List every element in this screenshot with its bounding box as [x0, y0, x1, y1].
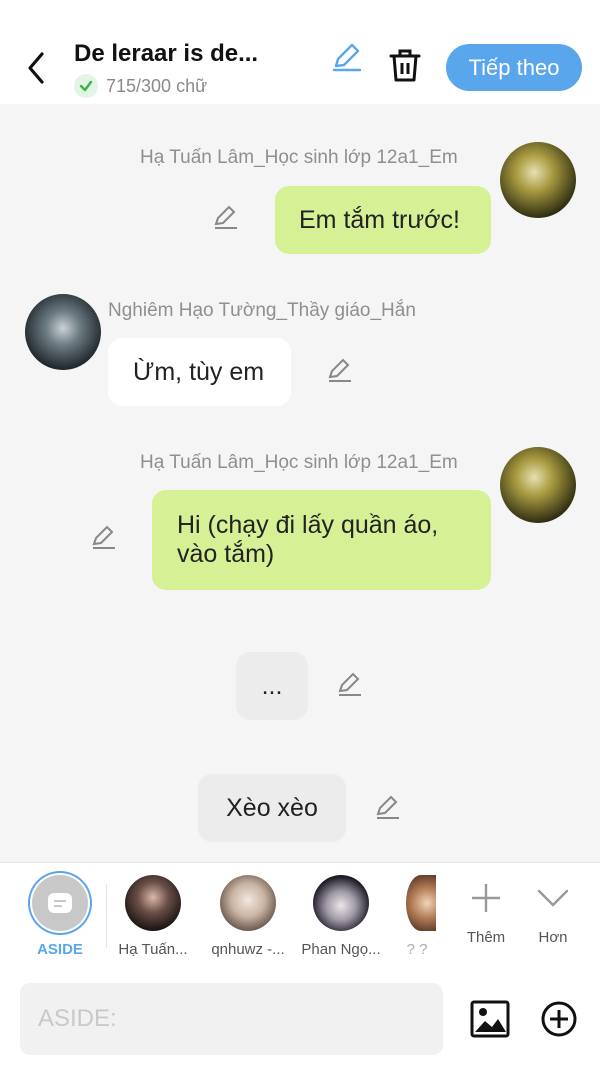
character-label: ? ?: [406, 941, 428, 958]
chevron-down-icon: [513, 875, 593, 921]
avatar[interactable]: [500, 447, 576, 523]
avatar: [406, 875, 436, 931]
character-unknown[interactable]: ? ?: [392, 875, 442, 958]
character-label: ASIDE: [37, 941, 83, 958]
speaker-name: Hạ Tuấn Lâm_Học sinh lớp 12a1_Em: [140, 147, 458, 168]
avatar[interactable]: [500, 142, 576, 218]
message-bubble[interactable]: Hi (chạy đi lấy quần áo, vào tắm): [152, 490, 491, 590]
trash-icon[interactable]: [388, 46, 422, 86]
message-input[interactable]: [20, 983, 443, 1055]
avatar: [313, 875, 369, 931]
avatar[interactable]: [25, 294, 101, 370]
character-label: Hạ Tuấn...: [118, 941, 188, 958]
top-bar: De leraar is de... 715/300 chữ Tiếp theo: [0, 0, 600, 104]
edit-message-icon[interactable]: [212, 204, 240, 232]
message-line: vào tắm): [177, 540, 275, 568]
character-phan-ngo[interactable]: Phan Ngọ...: [301, 875, 381, 958]
add-content-icon[interactable]: [540, 1000, 578, 1038]
check-icon: [74, 74, 98, 98]
edit-message-icon[interactable]: [336, 671, 364, 699]
word-count-text: 715/300 chữ: [106, 75, 208, 96]
chat-area[interactable]: Hạ Tuấn Lâm_Học sinh lớp 12a1_Em Em tắm …: [0, 104, 600, 862]
speaker-name: Nghiêm Hạo Tường_Thầy giáo_Hắn: [108, 300, 416, 321]
character-label: Phan Ngọ...: [301, 941, 381, 958]
edit-message-icon[interactable]: [90, 524, 118, 552]
avatar: [220, 875, 276, 931]
edit-message-icon[interactable]: [374, 794, 402, 822]
word-count: 715/300 chữ: [74, 73, 207, 99]
edit-message-icon[interactable]: [326, 357, 354, 385]
character-qnhuwz[interactable]: qnhuwz -...: [208, 875, 288, 958]
aside-icon: [32, 875, 88, 931]
message-line: Hi (chạy đi lấy quần áo,: [177, 511, 439, 539]
divider: [106, 884, 107, 948]
next-button[interactable]: Tiếp theo: [446, 44, 582, 91]
composer: [0, 971, 600, 1067]
speaker-name: Hạ Tuấn Lâm_Học sinh lớp 12a1_Em: [140, 452, 458, 473]
message-bubble[interactable]: Em tắm trước!: [275, 186, 491, 254]
character-label: qnhuwz -...: [211, 941, 285, 958]
image-icon[interactable]: [470, 1000, 510, 1038]
edit-title-icon[interactable]: [330, 40, 364, 74]
aside-bubble[interactable]: ...: [236, 652, 308, 720]
more-characters-button[interactable]: Hơn: [513, 875, 593, 946]
back-arrow-icon[interactable]: [20, 48, 54, 88]
avatar: [125, 875, 181, 931]
more-label: Hơn: [538, 929, 568, 946]
aside-bubble[interactable]: Xèo xèo: [198, 774, 346, 842]
character-ha-tuan[interactable]: Hạ Tuấn...: [113, 875, 193, 958]
message-bubble[interactable]: Ừm, tùy em: [108, 338, 291, 406]
character-aside[interactable]: ASIDE: [20, 875, 100, 958]
story-title[interactable]: De leraar is de...: [74, 40, 258, 68]
